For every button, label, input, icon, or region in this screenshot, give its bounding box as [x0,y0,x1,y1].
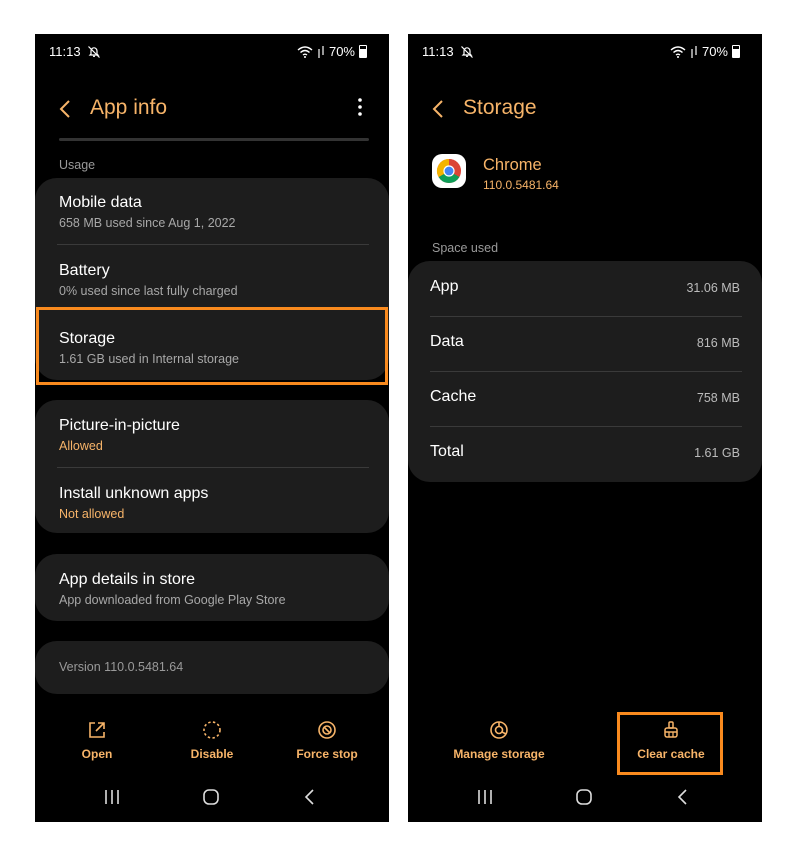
recents-icon[interactable] [103,788,121,806]
more-options-icon[interactable] [357,96,363,118]
row-value: 758 MB [696,391,740,405]
scroll-edge [59,138,369,141]
mobile-data-item[interactable]: Mobile data 658 MB used since Aug 1, 202… [59,194,369,230]
battery-item[interactable]: Battery 0% used since last fully charged [59,262,369,298]
version-group: Version 110.0.5481.64 [35,641,389,694]
app-info-screen: 11:13 70% App info Usage Mobile data 658… [35,34,389,822]
wifi-icon [670,45,686,58]
open-label: Open [81,747,113,761]
system-nav-bar [35,784,389,814]
row-label: Data [430,333,464,350]
disable-icon [203,721,221,739]
back-arrow-icon[interactable] [57,98,73,120]
divider [57,244,369,245]
store-title: App details in store [59,571,196,588]
store-subtitle: App downloaded from Google Play Store [59,593,286,607]
app-details-in-store-item[interactable]: App details in store App downloaded from… [59,571,369,607]
row-label: App [430,278,459,295]
disable-label: Disable [190,747,234,761]
battery-title: Battery [59,262,110,279]
system-nav-bar [408,784,762,814]
status-time: 11:13 [422,44,454,59]
status-right: 70% [297,44,367,59]
wifi-icon [297,45,313,58]
app-version: 110.0.5481.64 [483,178,559,192]
chrome-logo [432,154,466,188]
signal-icon [691,45,697,58]
divider [57,467,369,468]
status-bar: 11:13 70% [408,44,762,64]
signal-icon [318,45,324,58]
clear-cache-highlight-box [617,712,723,775]
battery-percent: 70% [701,44,728,59]
back-arrow-icon[interactable] [430,98,446,120]
battery-subtitle: 0% used since last fully charged [59,284,238,298]
page-title: App info [90,96,168,119]
open-icon [89,722,105,738]
manage-storage-label: Manage storage [453,747,545,761]
bottom-actions: Open Disable Force stop [35,720,389,770]
header: App info [35,92,389,128]
unknown-apps-title: Install unknown apps [59,485,209,502]
mobile-data-subtitle: 658 MB used since Aug 1, 2022 [59,216,236,230]
row-label: Total [430,443,464,460]
store-group: App details in store App downloaded from… [35,554,389,621]
force-stop-button[interactable]: Force stop [272,720,382,761]
manage-storage-button[interactable]: Manage storage [444,720,554,761]
status-time: 11:13 [49,44,81,59]
usage-label: Usage [59,158,96,172]
row-value: 31.06 MB [686,281,740,295]
storage-row-app: App 31.06 MB [430,261,740,315]
status-bar: 11:13 70% [35,44,389,64]
install-unknown-apps-item[interactable]: Install unknown apps Not allowed [59,485,369,521]
force-stop-label: Force stop [296,747,358,761]
open-button[interactable]: Open [42,720,152,761]
pip-title: Picture-in-picture [59,417,180,434]
mute-icon [461,46,473,58]
force-stop-icon [318,721,336,739]
header: Storage [408,92,762,128]
unknown-apps-status: Not allowed [59,507,125,521]
version-text: Version 110.0.5481.64 [59,660,184,674]
mute-icon [88,46,100,58]
storage-highlight-box [36,307,388,385]
recents-icon[interactable] [476,788,494,806]
nav-back-icon[interactable] [674,788,692,806]
battery-icon [732,45,740,58]
status-right: 70% [670,44,740,59]
storage-row-data: Data 816 MB [430,316,740,370]
storage-row-cache: Cache 758 MB [430,371,740,425]
manage-storage-icon [490,721,508,739]
storage-row-total: Total 1.61 GB [430,426,740,480]
storage-breakdown-group: App 31.06 MB Data 816 MB Cache 758 MB To… [408,261,762,482]
picture-in-picture-item[interactable]: Picture-in-picture Allowed [59,417,369,453]
pip-status: Allowed [59,439,103,453]
disable-button[interactable]: Disable [157,720,267,761]
home-icon[interactable] [202,788,220,806]
battery-icon [359,45,367,58]
row-value: 816 MB [696,336,740,350]
home-icon[interactable] [575,788,593,806]
storage-screen: 11:13 70% Storage Chrome 110.0.5481.64 S… [408,34,762,822]
version-item: Version 110.0.5481.64 [59,660,369,674]
row-value: 1.61 GB [694,446,740,460]
battery-percent: 70% [328,44,355,59]
page-title: Storage [463,96,537,119]
space-used-label: Space used [432,241,499,255]
mobile-data-title: Mobile data [59,194,142,211]
row-label: Cache [430,388,477,405]
app-name: Chrome [483,156,542,174]
nav-back-icon[interactable] [301,788,319,806]
permissions-group: Picture-in-picture Allowed Install unkno… [35,400,389,533]
